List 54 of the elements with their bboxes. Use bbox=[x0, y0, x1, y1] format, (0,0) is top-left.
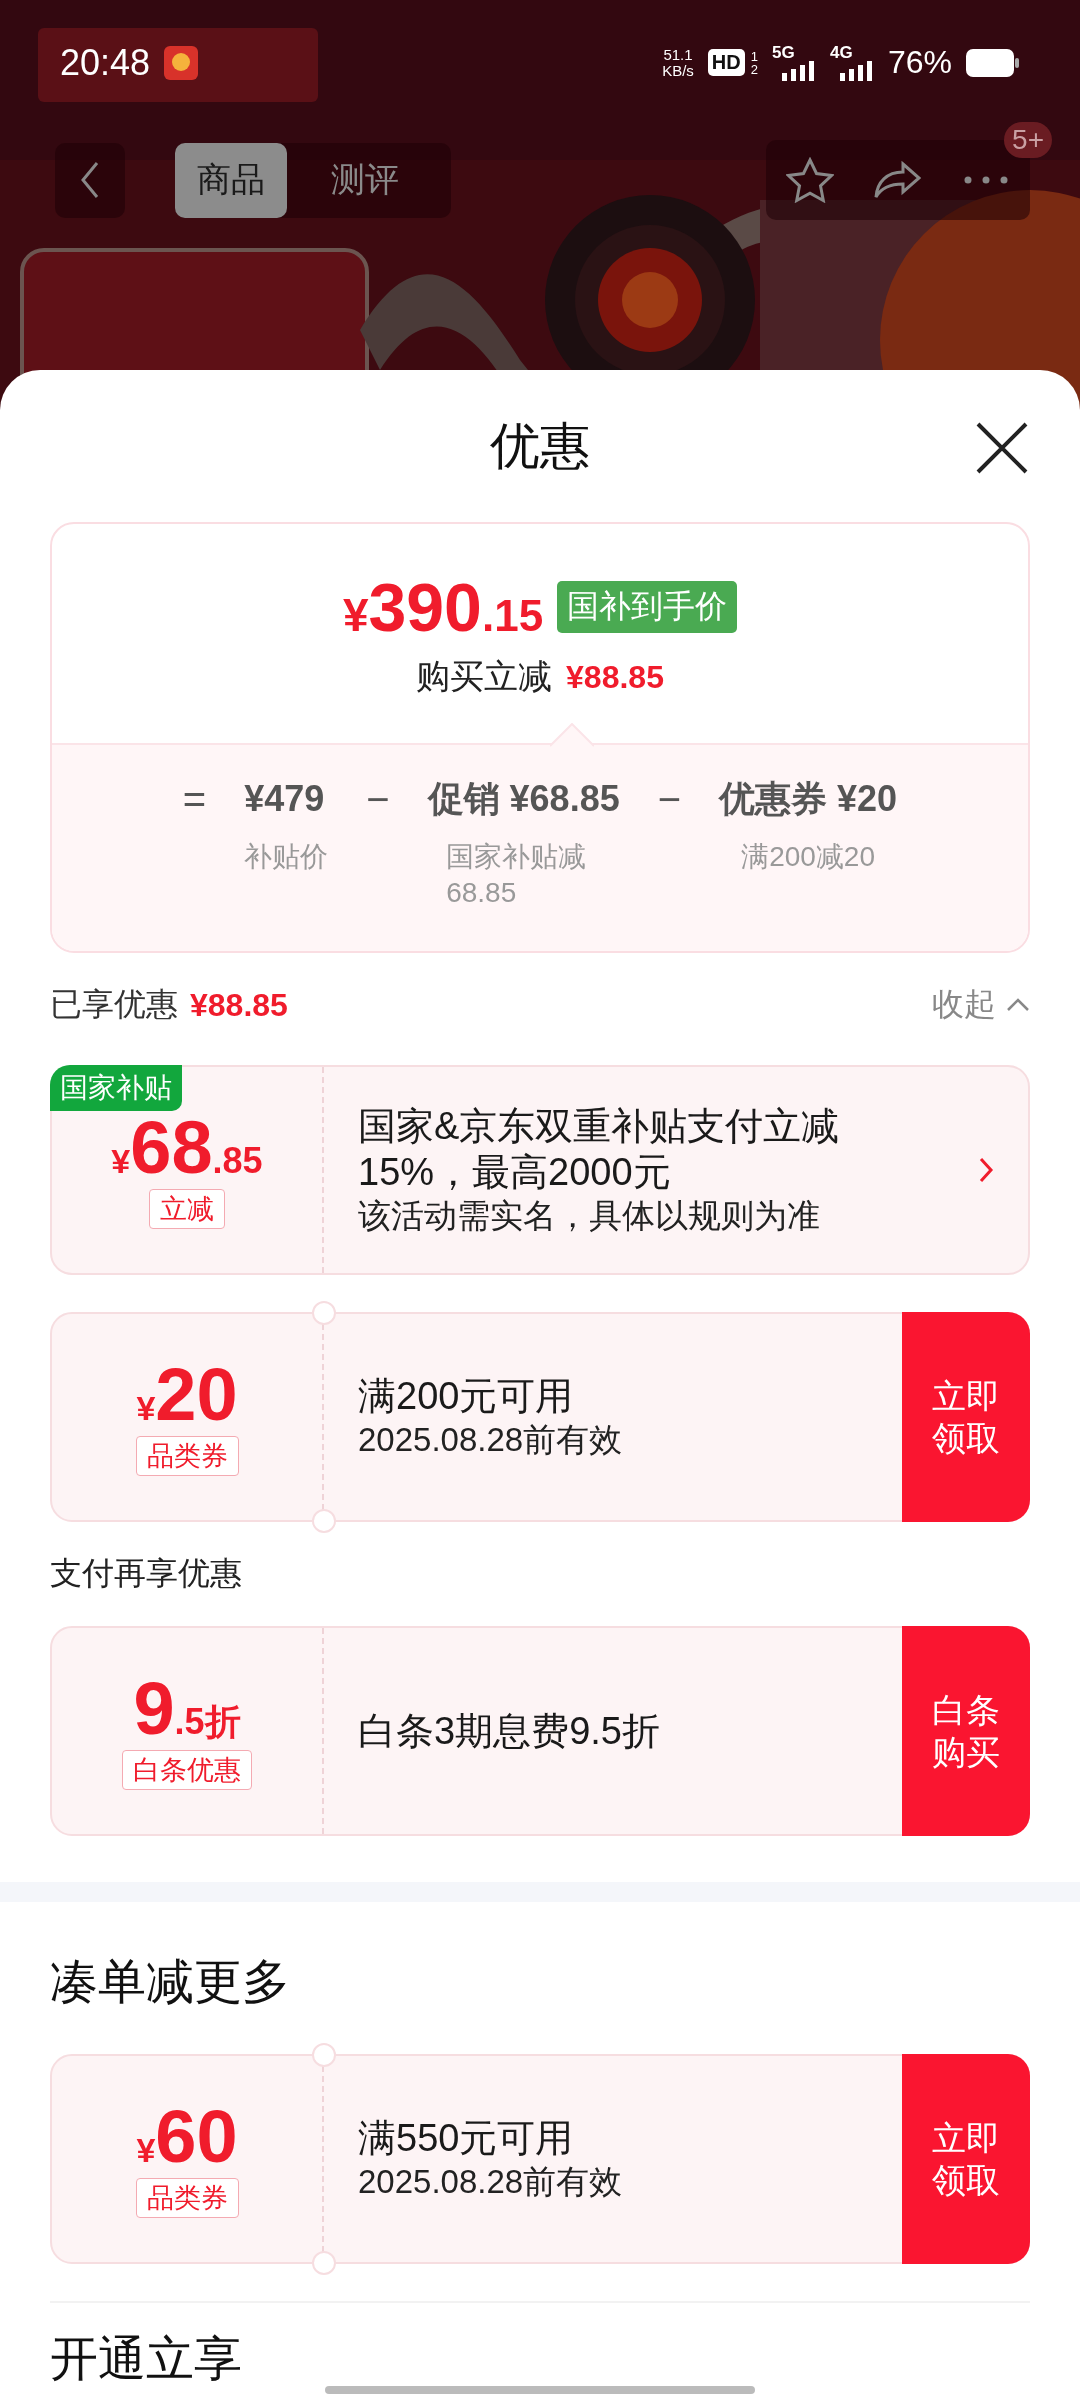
hd-indicator: HD bbox=[707, 49, 745, 76]
operator-sign: = bbox=[182, 776, 207, 823]
offer-amount: 9.5折 bbox=[133, 1672, 241, 1746]
offer-amount: ¥20 bbox=[136, 1358, 238, 1432]
savings-label: 购买立减 bbox=[416, 656, 553, 695]
cellular-signal: 4G bbox=[829, 44, 874, 81]
app-notification-icon bbox=[164, 45, 199, 80]
claim-button[interactable]: 白条购买 bbox=[902, 1626, 1030, 1836]
claim-button[interactable]: 立即领取 bbox=[902, 1312, 1030, 1522]
section-title: 支付再享优惠 bbox=[50, 1554, 243, 1593]
savings-value: ¥88.85 bbox=[566, 658, 664, 695]
offer-title: 满550元可用 bbox=[358, 2116, 575, 2161]
offer-tag: 立减 bbox=[149, 1189, 225, 1229]
offer-amount: ¥60 bbox=[136, 2100, 238, 2174]
subsidy-ribbon: 国家补贴 bbox=[50, 1065, 182, 1111]
battery-percent: 76% bbox=[887, 44, 952, 81]
final-price: ¥390.15 bbox=[342, 567, 544, 646]
chevron-left-icon bbox=[79, 160, 101, 200]
sim-slots: 1 2 bbox=[750, 49, 758, 76]
offer-note: 2025.08.28前有效 bbox=[358, 2162, 624, 2202]
price-term: 促销 ¥68.85 bbox=[427, 777, 620, 821]
offer-note: 该活动需实名，具体以规则为准 bbox=[358, 1196, 821, 1236]
cellular-signal: 5G bbox=[771, 44, 816, 81]
section-title: 开通立享 bbox=[50, 2331, 242, 2387]
operator-sign: − bbox=[657, 776, 682, 823]
offer-title: 白条3期息费9.5折 bbox=[358, 1709, 661, 1754]
price-term: ¥479 bbox=[244, 777, 326, 821]
section-title: 凑单减更多 bbox=[50, 1954, 290, 2010]
tab[interactable]: 商品 bbox=[175, 142, 287, 218]
offer-tag: 白条优惠 bbox=[122, 1750, 252, 1790]
offer-amount: ¥68.85 bbox=[111, 1111, 263, 1185]
term-note: 满200减20 bbox=[741, 840, 876, 874]
term-note: 国家补贴减68.85 bbox=[446, 840, 588, 910]
price-tag: 国补到手价 bbox=[557, 580, 738, 633]
tab[interactable]: 测评 bbox=[309, 142, 421, 218]
chevron-right-icon[interactable] bbox=[978, 1156, 994, 1184]
applied-value: ¥88.85 bbox=[190, 986, 288, 1024]
offer-title: 满200元可用 bbox=[358, 1374, 575, 1419]
offer-tag: 品类券 bbox=[135, 2178, 239, 2218]
battery-icon bbox=[966, 48, 1020, 77]
claim-button[interactable]: 立即领取 bbox=[902, 2054, 1030, 2264]
sheet-title: 优惠 bbox=[490, 416, 590, 476]
operator-sign: − bbox=[366, 776, 390, 823]
offer-title: 国家&京东双重补贴支付立减15%，最高2000元 bbox=[358, 1104, 841, 1195]
applied-label: 已享优惠 bbox=[50, 985, 178, 1024]
clock: 20:48 bbox=[60, 41, 151, 84]
collapse-toggle[interactable]: 收起 bbox=[932, 983, 1030, 1027]
offer-tag: 品类券 bbox=[135, 1436, 239, 1476]
term-note: 补贴价 bbox=[244, 840, 329, 874]
offer-note: 2025.08.28前有效 bbox=[358, 1420, 624, 1460]
close-icon[interactable] bbox=[974, 420, 1030, 476]
network-speed: 51.1 KB/s bbox=[662, 46, 694, 79]
back-button[interactable] bbox=[55, 142, 125, 218]
price-term: 优惠券 ¥20 bbox=[719, 777, 898, 821]
